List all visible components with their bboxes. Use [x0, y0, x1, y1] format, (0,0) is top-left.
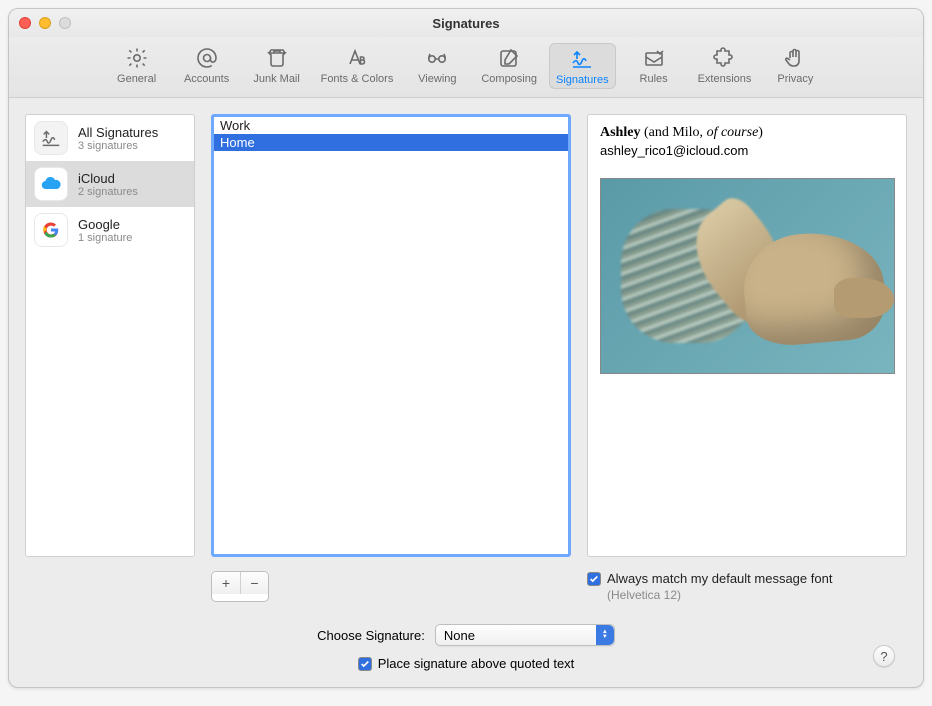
- signature-icon: [567, 46, 597, 72]
- puzzle-icon: [709, 45, 739, 71]
- account-item-icloud[interactable]: iCloud 2 signatures: [26, 161, 194, 207]
- window-title: Signatures: [9, 16, 923, 31]
- checkbox-checked-icon: [358, 657, 372, 671]
- tab-rules[interactable]: Rules: [622, 43, 686, 89]
- preview-image: [600, 178, 895, 374]
- add-signature-button[interactable]: +: [212, 572, 240, 594]
- list-footer: + − Always match my default message font…: [25, 565, 907, 602]
- account-name: iCloud: [78, 171, 138, 186]
- match-font-sub: (Helvetica 12): [607, 588, 907, 602]
- all-signatures-icon: [34, 121, 68, 155]
- account-count: 1 signature: [78, 232, 132, 244]
- account-count: 3 signatures: [78, 140, 158, 152]
- match-font-checkbox-row[interactable]: Always match my default message font: [587, 571, 907, 586]
- remove-signature-button[interactable]: −: [240, 572, 268, 594]
- google-icon: [34, 213, 68, 247]
- tab-label: Extensions: [698, 73, 752, 85]
- content-area: All Signatures 3 signatures iCloud 2 sig…: [9, 98, 923, 687]
- main-row: All Signatures 3 signatures iCloud 2 sig…: [25, 114, 907, 557]
- choose-signature-value: None: [444, 628, 475, 643]
- gear-icon: [122, 45, 152, 71]
- tab-composing[interactable]: Composing: [475, 43, 543, 89]
- account-name: Google: [78, 217, 132, 232]
- preview-name-text2: ): [758, 125, 763, 140]
- tab-viewing[interactable]: Viewing: [405, 43, 469, 89]
- tab-label: Accounts: [184, 73, 229, 85]
- tab-general[interactable]: General: [105, 43, 169, 89]
- preferences-toolbar: General Accounts Junk Mail Fonts & Color…: [9, 37, 923, 98]
- account-count: 2 signatures: [78, 186, 138, 198]
- account-item-google[interactable]: Google 1 signature: [26, 207, 194, 253]
- place-above-checkbox-row[interactable]: Place signature above quoted text: [358, 656, 575, 671]
- rules-icon: [639, 45, 669, 71]
- tab-privacy[interactable]: Privacy: [763, 43, 827, 89]
- trash-icon: [262, 45, 292, 71]
- tab-accounts[interactable]: Accounts: [175, 43, 239, 89]
- preview-name-line: Ashley (and Milo, of course): [600, 125, 894, 141]
- preview-email: ashley_rico1@icloud.com: [600, 143, 894, 158]
- tab-label: Junk Mail: [253, 73, 299, 85]
- choose-signature-row: Choose Signature: None ▲▼: [317, 624, 615, 646]
- signature-item-home[interactable]: Home: [214, 134, 568, 151]
- place-above-label: Place signature above quoted text: [378, 656, 575, 671]
- signature-item-work[interactable]: Work: [214, 117, 568, 134]
- preview-name-italic: of course: [707, 125, 759, 140]
- at-icon: [192, 45, 222, 71]
- choose-signature-popup[interactable]: None ▲▼: [435, 624, 615, 646]
- tab-extensions[interactable]: Extensions: [692, 43, 758, 89]
- tab-label: General: [117, 73, 156, 85]
- compose-icon: [494, 45, 524, 71]
- tab-label: Signatures: [556, 74, 609, 86]
- checkbox-checked-icon: [587, 572, 601, 586]
- account-item-all-signatures[interactable]: All Signatures 3 signatures: [26, 115, 194, 161]
- tab-label: Viewing: [418, 73, 456, 85]
- match-font-label: Always match my default message font: [607, 571, 832, 586]
- bottom-area: Choose Signature: None ▲▼ Place signatur…: [25, 610, 907, 677]
- popup-arrows-icon: ▲▼: [596, 625, 614, 645]
- tab-label: Composing: [481, 73, 537, 85]
- match-font-section: Always match my default message font (He…: [587, 571, 907, 602]
- fonts-icon: [342, 45, 372, 71]
- hand-icon: [780, 45, 810, 71]
- tab-signatures[interactable]: Signatures: [549, 43, 616, 89]
- preview-name-bold: Ashley: [600, 125, 640, 140]
- preview-name-text1: (and Milo,: [640, 125, 706, 140]
- titlebar: Signatures: [9, 9, 923, 37]
- signature-preview[interactable]: Ashley (and Milo, of course) ashley_rico…: [587, 114, 907, 557]
- icloud-icon: [34, 167, 68, 201]
- tab-junk-mail[interactable]: Junk Mail: [245, 43, 309, 89]
- tab-label: Privacy: [777, 73, 813, 85]
- tab-fonts-colors[interactable]: Fonts & Colors: [315, 43, 400, 89]
- glasses-icon: [422, 45, 452, 71]
- tab-label: Rules: [640, 73, 668, 85]
- account-list: All Signatures 3 signatures iCloud 2 sig…: [25, 114, 195, 557]
- account-name: All Signatures: [78, 125, 158, 140]
- choose-signature-label: Choose Signature:: [317, 628, 425, 643]
- tab-label: Fonts & Colors: [321, 73, 394, 85]
- signature-list[interactable]: Work Home: [211, 114, 571, 557]
- preferences-window: Signatures General Accounts Junk Mail: [8, 8, 924, 688]
- help-button[interactable]: ?: [873, 645, 895, 667]
- add-remove-signature: + −: [211, 571, 269, 602]
